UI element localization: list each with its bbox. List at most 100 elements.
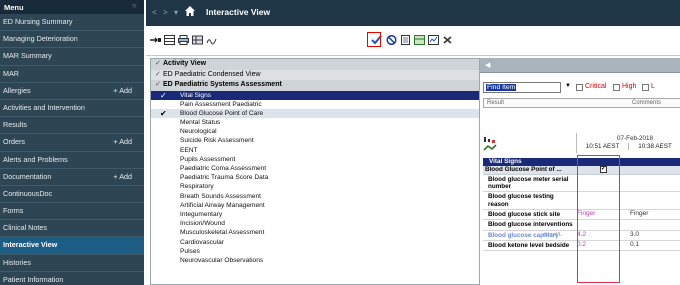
low-label: L — [651, 83, 655, 90]
menu-item[interactable]: Allergies + Add — [0, 83, 144, 100]
value-cell-2[interactable]: 3.0 — [630, 231, 639, 238]
pin-icon[interactable]: ◾ — [130, 2, 139, 10]
navigator-item[interactable]: Artificial Airway Management — [151, 201, 479, 210]
band-activity-view[interactable]: ✓ Activity View — [151, 59, 479, 70]
history-dropdown[interactable]: ▾ — [174, 8, 178, 17]
menu-item-label: Allergies — [3, 85, 31, 95]
row-unit: mmol/L — [543, 231, 563, 238]
menu-item[interactable]: Interactive View — [0, 237, 144, 255]
menu-item[interactable]: Histories — [0, 255, 144, 272]
band-expand-icon: ✓ — [155, 81, 161, 88]
find-item-value: Find Item — [486, 84, 517, 91]
navigator-item[interactable]: Neurovascular Observations — [151, 256, 479, 265]
menu-item-label: Forms — [3, 206, 24, 216]
navigator-item[interactable]: Neurological — [151, 127, 479, 136]
time-column-1[interactable]: 10:51 AEST — [577, 143, 629, 150]
navigator-item[interactable]: Incision/Wound — [151, 219, 479, 228]
navigator-item[interactable]: Musculoskeletal Assessment — [151, 228, 479, 237]
menu-item-label: Histories — [3, 257, 31, 267]
menu-item-label: Activities and Intervention — [3, 102, 85, 112]
print-icon[interactable] — [178, 35, 189, 45]
critical-checkbox[interactable] — [576, 84, 583, 91]
menu-item[interactable]: Documentation + Add — [0, 169, 144, 186]
checkmark-icon: ✓ — [160, 90, 167, 100]
navigator-item-label: Neurovascular Observations — [180, 256, 264, 264]
menu-item-label: ContinuousDoc — [3, 188, 53, 198]
navigator-item[interactable]: Mental Status — [151, 118, 479, 127]
value-cell-2[interactable]: Finger — [630, 210, 648, 217]
close-x-icon[interactable] — [442, 35, 453, 45]
sign-icon[interactable] — [206, 35, 217, 45]
time-column-2[interactable]: 10:38 AEST — [630, 143, 680, 150]
band-label: ED Paediatric Systems Assessment — [163, 81, 282, 88]
forward-button[interactable]: > — [163, 8, 168, 17]
navigator-item[interactable]: EENT — [151, 146, 479, 155]
navigator-item[interactable]: Respiratory — [151, 182, 479, 191]
navigator-item[interactable]: Breath Sounds Assessment — [151, 192, 479, 201]
menu-item-label: Orders — [3, 137, 25, 147]
navigator-item[interactable]: Cardiovascular — [151, 238, 479, 247]
navigator-item[interactable]: Pain Assessment Paediatric — [151, 100, 479, 109]
find-row: Find Item ▼ Critical High L — [483, 82, 680, 94]
menu-item[interactable]: Alerts and Problems — [0, 152, 144, 169]
collapse-icon[interactable]: ◀ — [485, 61, 490, 69]
navigator-item-label: Respiratory — [180, 183, 214, 191]
navigator-item-label: Integumentary — [180, 210, 223, 218]
menu-item[interactable]: Clinical Notes — [0, 220, 144, 238]
add-button[interactable]: + Add — [113, 83, 132, 99]
menu-item[interactable]: ED Nursing Summary — [0, 14, 144, 32]
back-button[interactable]: < — [152, 8, 157, 17]
value-cell-2[interactable]: 0.1 — [630, 241, 639, 248]
add-button[interactable]: + Add — [113, 134, 132, 150]
navigator-item[interactable]: ✓ Vital Signs — [151, 90, 479, 100]
grid-icon[interactable] — [164, 35, 175, 45]
band-expand-icon: ✓ — [155, 70, 161, 78]
band-systems-assessment[interactable]: ✓ ED Paediatric Systems Assessment — [151, 80, 479, 91]
add-button[interactable]: + Add — [113, 169, 132, 185]
result-header-row: Result Comments — [483, 98, 680, 108]
cancel-icon[interactable] — [386, 35, 397, 45]
navigator-item[interactable]: Paediatric Coma Assessment — [151, 164, 479, 173]
menu-item[interactable]: Orders + Add — [0, 134, 144, 152]
table-icon[interactable] — [192, 35, 203, 45]
menu-item[interactable]: MAR — [0, 66, 144, 83]
menu-item-label: Managing Deterioration — [3, 34, 78, 44]
subsection-label: Blood Glucose Point of ... — [485, 166, 562, 174]
page-title: Interactive View — [206, 7, 271, 17]
menu-item[interactable]: Patient Information — [0, 272, 144, 285]
navigator-item[interactable]: Pupils Assessment — [151, 155, 479, 164]
row-label: Blood ketone level bedside — [488, 241, 570, 249]
home-icon[interactable] — [184, 5, 196, 17]
menu-title: Menu — [4, 3, 24, 12]
menu-item[interactable]: Forms — [0, 203, 144, 221]
document-icon[interactable] — [400, 35, 411, 45]
ladder-icon[interactable] — [483, 136, 497, 152]
navigator-item[interactable]: Integumentary — [151, 210, 479, 219]
menu-item-label: Documentation — [3, 171, 52, 181]
navigator-item-label: Breath Sounds Assessment — [180, 192, 262, 200]
menu-items: ED Nursing Summary Managing Deterioration… — [0, 14, 144, 285]
menu-item[interactable]: ContinuousDoc — [0, 186, 144, 204]
navigator-icon[interactable] — [150, 35, 161, 45]
low-checkbox[interactable] — [642, 84, 649, 91]
navigator-item-label: Pulses — [180, 247, 200, 255]
navigator-item[interactable]: Pulses — [151, 247, 479, 256]
high-label: High — [622, 83, 637, 90]
menu-item[interactable]: Managing Deterioration — [0, 31, 144, 49]
menu-item[interactable]: Results — [0, 117, 144, 135]
menu-item[interactable]: Activities and Intervention — [0, 100, 144, 118]
high-checkbox[interactable] — [613, 84, 620, 91]
navigator-panel: ✓ Activity View ✓ ED Paediatric Condensed … — [150, 58, 480, 285]
band-condensed-view[interactable]: ✓ ED Paediatric Condensed View — [151, 69, 479, 80]
flowsheet-icon[interactable] — [414, 35, 425, 45]
menu-item-label: Results — [3, 120, 27, 130]
navigator-item[interactable]: Suicide Risk Assessment — [151, 136, 479, 145]
navigator-item[interactable]: ✔ Blood Glucose Point of Care — [151, 108, 479, 119]
critical-label: Critical — [585, 83, 607, 90]
navigator-item[interactable]: Paediatric Trauma Score Data — [151, 173, 479, 182]
find-item-input[interactable]: Find Item — [483, 82, 561, 93]
menu-item[interactable]: MAR Summary — [0, 48, 144, 66]
navigator-item-label: Pupils Assessment — [180, 155, 236, 163]
chart-icon[interactable] — [428, 35, 439, 45]
find-dropdown-icon[interactable]: ▼ — [565, 83, 571, 89]
